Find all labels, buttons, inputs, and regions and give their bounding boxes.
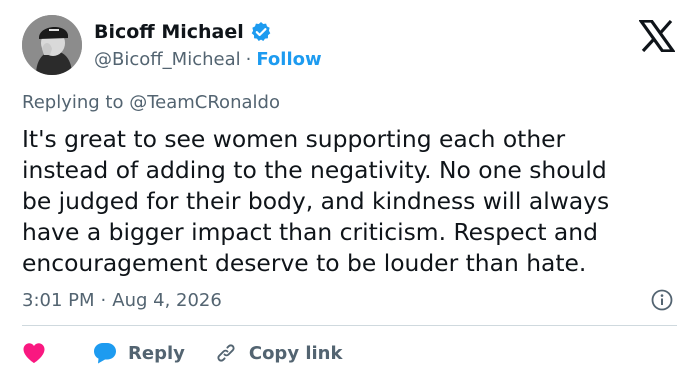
user-name-row: Bicoff Michael — [94, 18, 272, 46]
tweet-card: Bicoff Michael @Bicoff_Micheal · Follow … — [0, 0, 700, 379]
tweet-text-line: be judged for their body, and kindness w… — [22, 187, 610, 215]
tweet-text-line: have a bigger impact than criticism. Res… — [22, 218, 598, 246]
like-button[interactable] — [22, 342, 50, 364]
tweet-date: Aug 4, 2026 — [112, 289, 222, 311]
tweet-text-line: It's great to see women supporting each … — [22, 125, 566, 153]
reply-prefix: Replying to — [22, 92, 124, 113]
tweet-text-line: encouragement deserve to be louder than … — [22, 249, 587, 277]
info-icon[interactable] — [651, 289, 673, 311]
user-handle[interactable]: @Bicoff_Micheal — [94, 49, 241, 70]
reply-context: Replying to @TeamCRonaldo — [22, 92, 280, 113]
separator-dot: · — [245, 48, 252, 70]
link-icon — [217, 344, 235, 362]
display-name[interactable]: Bicoff Michael — [94, 21, 244, 43]
heart-icon — [23, 343, 45, 363]
reply-button[interactable]: Reply — [92, 341, 185, 365]
action-bar: Reply Copy link — [22, 338, 342, 368]
tweet-time: 3:01 PM — [22, 289, 95, 311]
reply-bubble-icon — [94, 343, 116, 364]
divider — [22, 325, 677, 326]
reply-label: Reply — [128, 342, 185, 364]
tweet-text: It's great to see women supporting each … — [22, 124, 687, 279]
separator-dot: · — [100, 289, 107, 311]
avatar[interactable] — [22, 15, 82, 75]
handle-row: @Bicoff_Micheal · Follow — [94, 47, 322, 71]
x-logo-icon[interactable] — [637, 19, 677, 53]
copy-link-label: Copy link — [248, 342, 343, 364]
reply-mention[interactable]: @TeamCRonaldo — [129, 92, 280, 113]
timestamp-link[interactable]: 3:01 PM · Aug 4, 2026 — [22, 288, 222, 312]
follow-button[interactable]: Follow — [256, 49, 321, 70]
tweet-text-line: instead of adding to the negativity. No … — [22, 156, 607, 184]
verified-badge-icon — [250, 21, 272, 43]
copy-link-button[interactable]: Copy link — [215, 342, 343, 364]
